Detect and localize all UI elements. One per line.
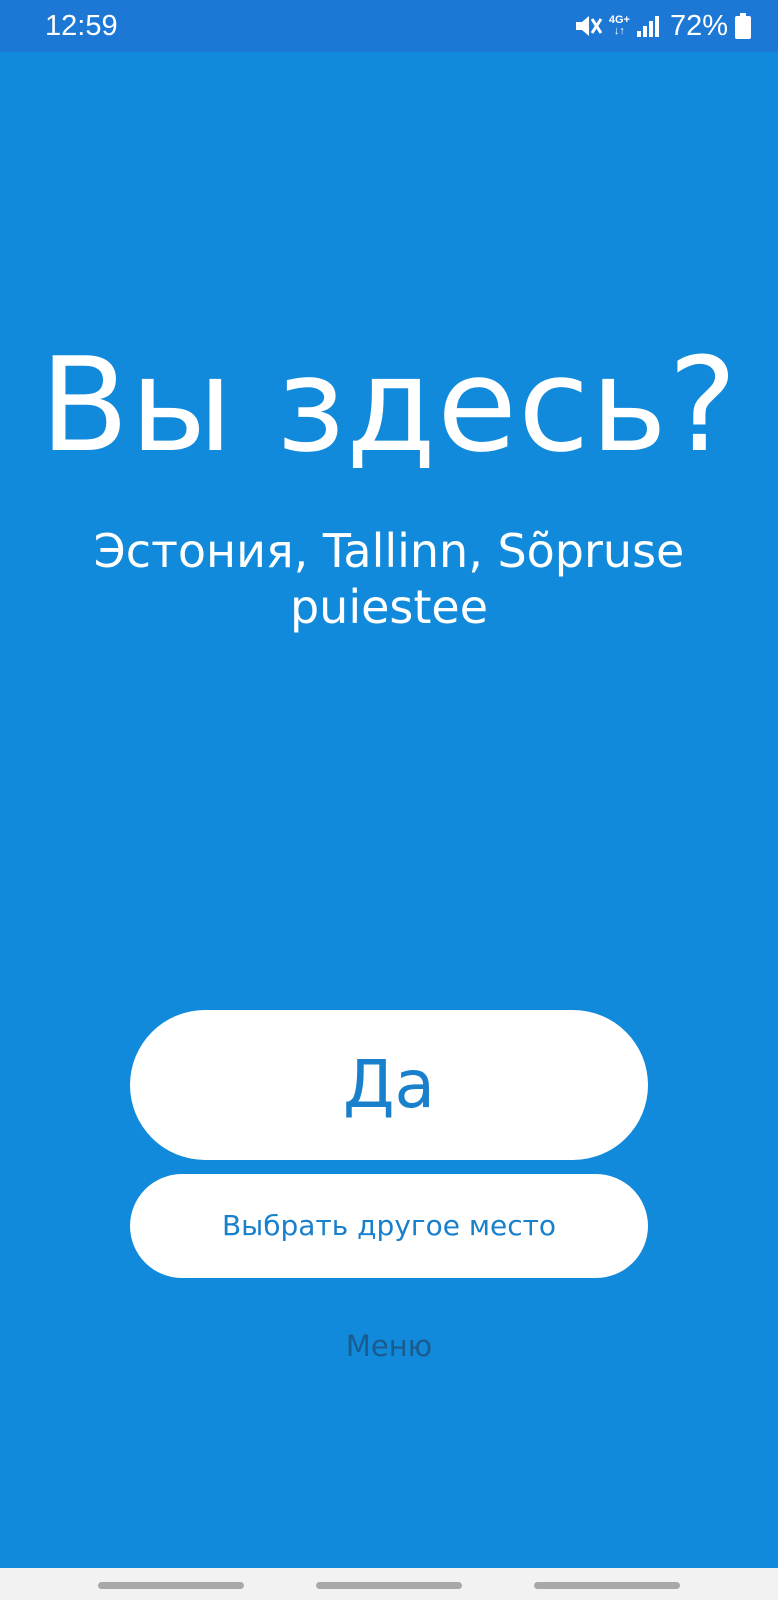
mute-icon <box>573 8 603 44</box>
battery-icon <box>734 8 752 44</box>
page-title: Вы здесь? <box>39 329 739 481</box>
signal-icon <box>636 8 660 44</box>
choose-other-place-button[interactable]: Выбрать другое место <box>130 1174 648 1278</box>
nav-handle-left[interactable] <box>98 1582 244 1589</box>
data-arrows-icon: ↓↑ <box>613 25 625 37</box>
status-bar: 12:59 4G+ ↓↑ 72% <box>0 0 778 52</box>
nav-handle-center[interactable] <box>316 1582 462 1589</box>
location-address: Эстония, Tallinn, Sõpruse puiestee <box>93 524 685 634</box>
battery-percent: 72% <box>669 10 728 42</box>
yes-button[interactable]: Да <box>130 1010 648 1160</box>
navigation-bar <box>0 1568 778 1600</box>
status-time: 12:59 <box>45 10 118 42</box>
status-icons: 4G+ ↓↑ 72% <box>573 8 752 44</box>
nav-handle-right[interactable] <box>534 1582 680 1589</box>
menu-link[interactable]: Меню <box>0 1326 778 1366</box>
network-4g-icon: 4G+ ↓↑ <box>609 8 630 44</box>
